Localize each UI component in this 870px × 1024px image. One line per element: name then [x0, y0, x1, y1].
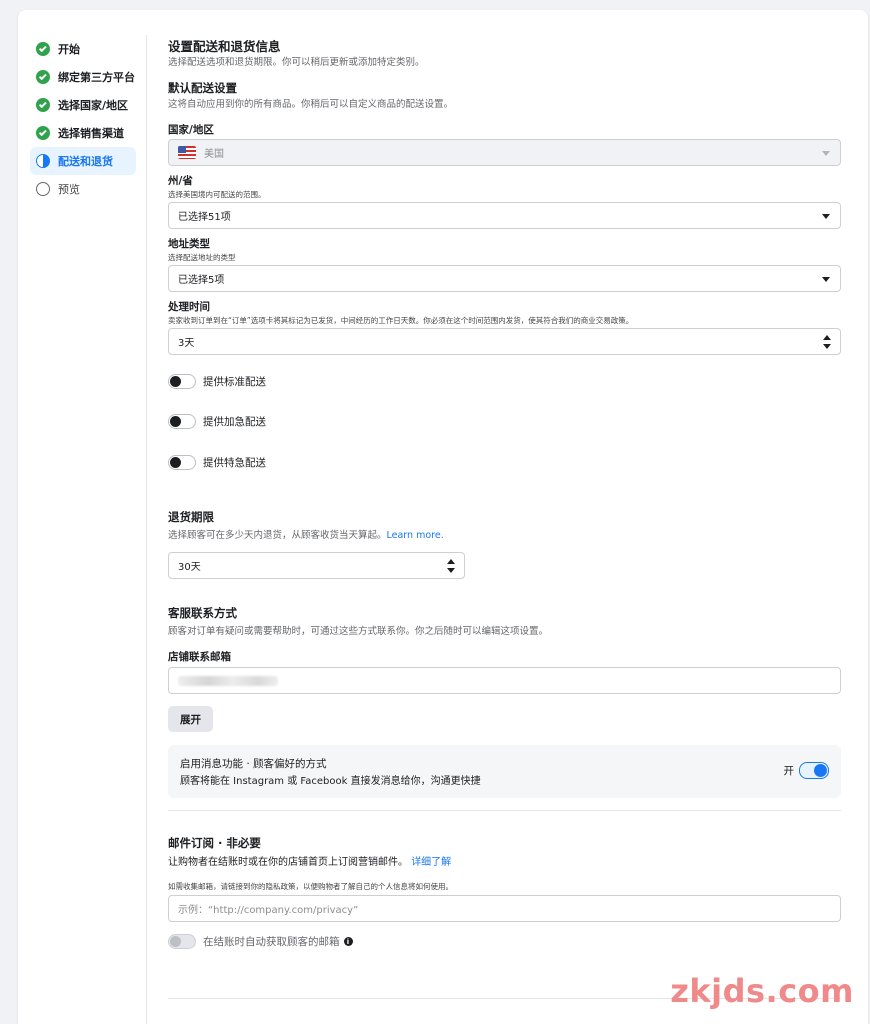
state-value: 已选择51项: [178, 212, 231, 223]
page-subtitle: 选择配送选项和退货期限。你可以稍后更新或添加特定类别。: [168, 57, 425, 68]
default-shipping-title: 默认配送设置: [168, 81, 237, 95]
rush-shipping-toggle-row: 提供特急配送: [168, 455, 266, 470]
chevron-down-icon: [822, 214, 830, 219]
store-email-input[interactable]: [168, 667, 841, 694]
half-circle-icon: [36, 154, 50, 168]
auto-collect-email-row: 在结账时自动获取顾客的邮箱 i: [168, 934, 353, 949]
step-select-channel[interactable]: 选择销售渠道: [18, 119, 148, 147]
auto-collect-email-label: 在结账时自动获取顾客的邮箱: [203, 936, 340, 948]
privacy-policy-placeholder: 示例：“http://company.com/privacy”: [178, 905, 359, 916]
returns-learn-more-link[interactable]: Learn more.: [387, 530, 444, 541]
step-preview[interactable]: 预览: [18, 175, 148, 203]
address-type-select[interactable]: 已选择5项: [168, 265, 841, 292]
customer-service-subtitle: 顾客对订单有疑问或需要帮助时，可通过这些方式联系你。你之后随时可以编辑这项设置。: [168, 626, 549, 637]
state-label: 州/省: [168, 175, 193, 187]
messaging-toggle-text: 开: [783, 765, 795, 777]
messaging-toggle[interactable]: [799, 762, 829, 779]
messaging-description: 顾客将能在 Instagram 或 Facebook 直接发消息给你，沟通更快捷: [180, 776, 481, 787]
returns-subtitle: 选择顾客可在多少天内退货，从顾客收货当天算起。Learn more.: [168, 527, 444, 541]
step-label: 选择国家/地区: [58, 99, 129, 112]
customer-service-title: 客服联系方式: [168, 606, 237, 620]
step-label: 选择销售渠道: [58, 127, 124, 140]
page-title: 设置配送和退货信息: [168, 39, 281, 54]
returns-title: 退货期限: [168, 510, 214, 524]
messaging-title: 启用消息功能 · 顾客偏好的方式: [180, 758, 327, 770]
state-select[interactable]: 已选择51项: [168, 202, 841, 229]
default-shipping-subtitle: 这将自动应用到你的所有商品。你稍后可以自定义商品的配送设置。: [168, 99, 454, 110]
step-label: 预览: [58, 183, 80, 196]
expand-button[interactable]: 展开: [168, 706, 213, 732]
check-circle-icon: [36, 42, 50, 56]
check-circle-icon: [36, 126, 50, 140]
expedited-shipping-toggle[interactable]: [168, 414, 196, 429]
standard-shipping-toggle-row: 提供标准配送: [168, 374, 266, 389]
toggle-label: 提供加急配送: [203, 416, 266, 428]
step-shipping-returns[interactable]: 配送和退货: [30, 147, 136, 175]
privacy-policy-input[interactable]: 示例：“http://company.com/privacy”: [168, 895, 841, 922]
auto-collect-email-toggle[interactable]: [168, 934, 196, 949]
store-email-label: 店铺联系邮箱: [168, 651, 231, 663]
toggle-label: 提供标准配送: [203, 376, 266, 388]
info-icon[interactable]: i: [343, 937, 353, 946]
processing-label: 处理时间: [168, 301, 210, 313]
chevron-down-icon: [822, 151, 830, 156]
step-label: 绑定第三方平台: [58, 71, 135, 84]
address-type-value: 已选择5项: [178, 275, 225, 286]
section-divider: [168, 810, 841, 811]
processing-time-stepper[interactable]: 3天: [168, 328, 841, 355]
address-type-label: 地址类型: [168, 238, 210, 250]
address-type-help: 选择配送地址的类型: [168, 253, 236, 262]
toggle-label: 提供特急配送: [203, 457, 266, 469]
standard-shipping-toggle[interactable]: [168, 374, 196, 389]
messaging-toggle-group: 开: [783, 762, 829, 779]
rush-shipping-toggle[interactable]: [168, 455, 196, 470]
check-circle-icon: [36, 70, 50, 84]
redacted-email: [178, 675, 278, 686]
country-value: 美国: [204, 149, 224, 160]
expedited-shipping-toggle-row: 提供加急配送: [168, 414, 266, 429]
empty-circle-icon: [36, 182, 50, 196]
messaging-panel: 启用消息功能 · 顾客偏好的方式 顾客将能在 Instagram 或 Faceb…: [168, 745, 841, 798]
sidebar-divider: [146, 35, 147, 1024]
email-subscription-learn-more-link[interactable]: 详细了解: [411, 857, 451, 868]
step-bind-platform[interactable]: 绑定第三方平台: [18, 63, 148, 91]
step-sidebar: 开始 绑定第三方平台 选择国家/地区 选择销售渠道 配送和退货 预览: [18, 35, 148, 203]
step-label: 配送和退货: [58, 155, 113, 168]
step-start[interactable]: 开始: [18, 35, 148, 63]
returns-subtitle-text: 选择顾客可在多少天内退货，从顾客收货当天算起。: [168, 530, 387, 541]
stepper-arrows-icon[interactable]: [823, 335, 831, 349]
return-window-stepper[interactable]: 30天: [168, 552, 465, 579]
state-help: 选择美国境内可配送的范围。: [168, 190, 266, 199]
email-subscription-title: 邮件订阅 · 非必要: [168, 836, 261, 850]
watermark-text: zkjds.com: [670, 972, 854, 1010]
stepper-arrows-icon[interactable]: [447, 559, 455, 573]
step-select-country[interactable]: 选择国家/地区: [18, 91, 148, 119]
check-circle-icon: [36, 98, 50, 112]
country-label: 国家/地区: [168, 124, 214, 136]
return-window-value: 30天: [178, 562, 201, 573]
country-select: 美国: [168, 139, 841, 166]
email-subscription-subtitle: 让购物者在结账时或在你的店铺首页上订阅营销邮件。 详细了解: [168, 853, 451, 868]
us-flag-icon: [178, 146, 196, 159]
step-label: 开始: [58, 43, 80, 56]
email-subscription-subtitle-text: 让购物者在结账时或在你的店铺首页上订阅营销邮件。: [168, 857, 408, 868]
chevron-down-icon: [822, 277, 830, 282]
privacy-help: 如需收集邮箱，请链接到你的隐私政策，以便购物者了解自己的个人信息将如何使用。: [168, 882, 453, 891]
processing-help: 卖家收到订单到在“订单”选项卡将其标记为已发货，中间经历的工作日天数。你必须在这…: [168, 316, 634, 325]
processing-value: 3天: [178, 338, 195, 349]
